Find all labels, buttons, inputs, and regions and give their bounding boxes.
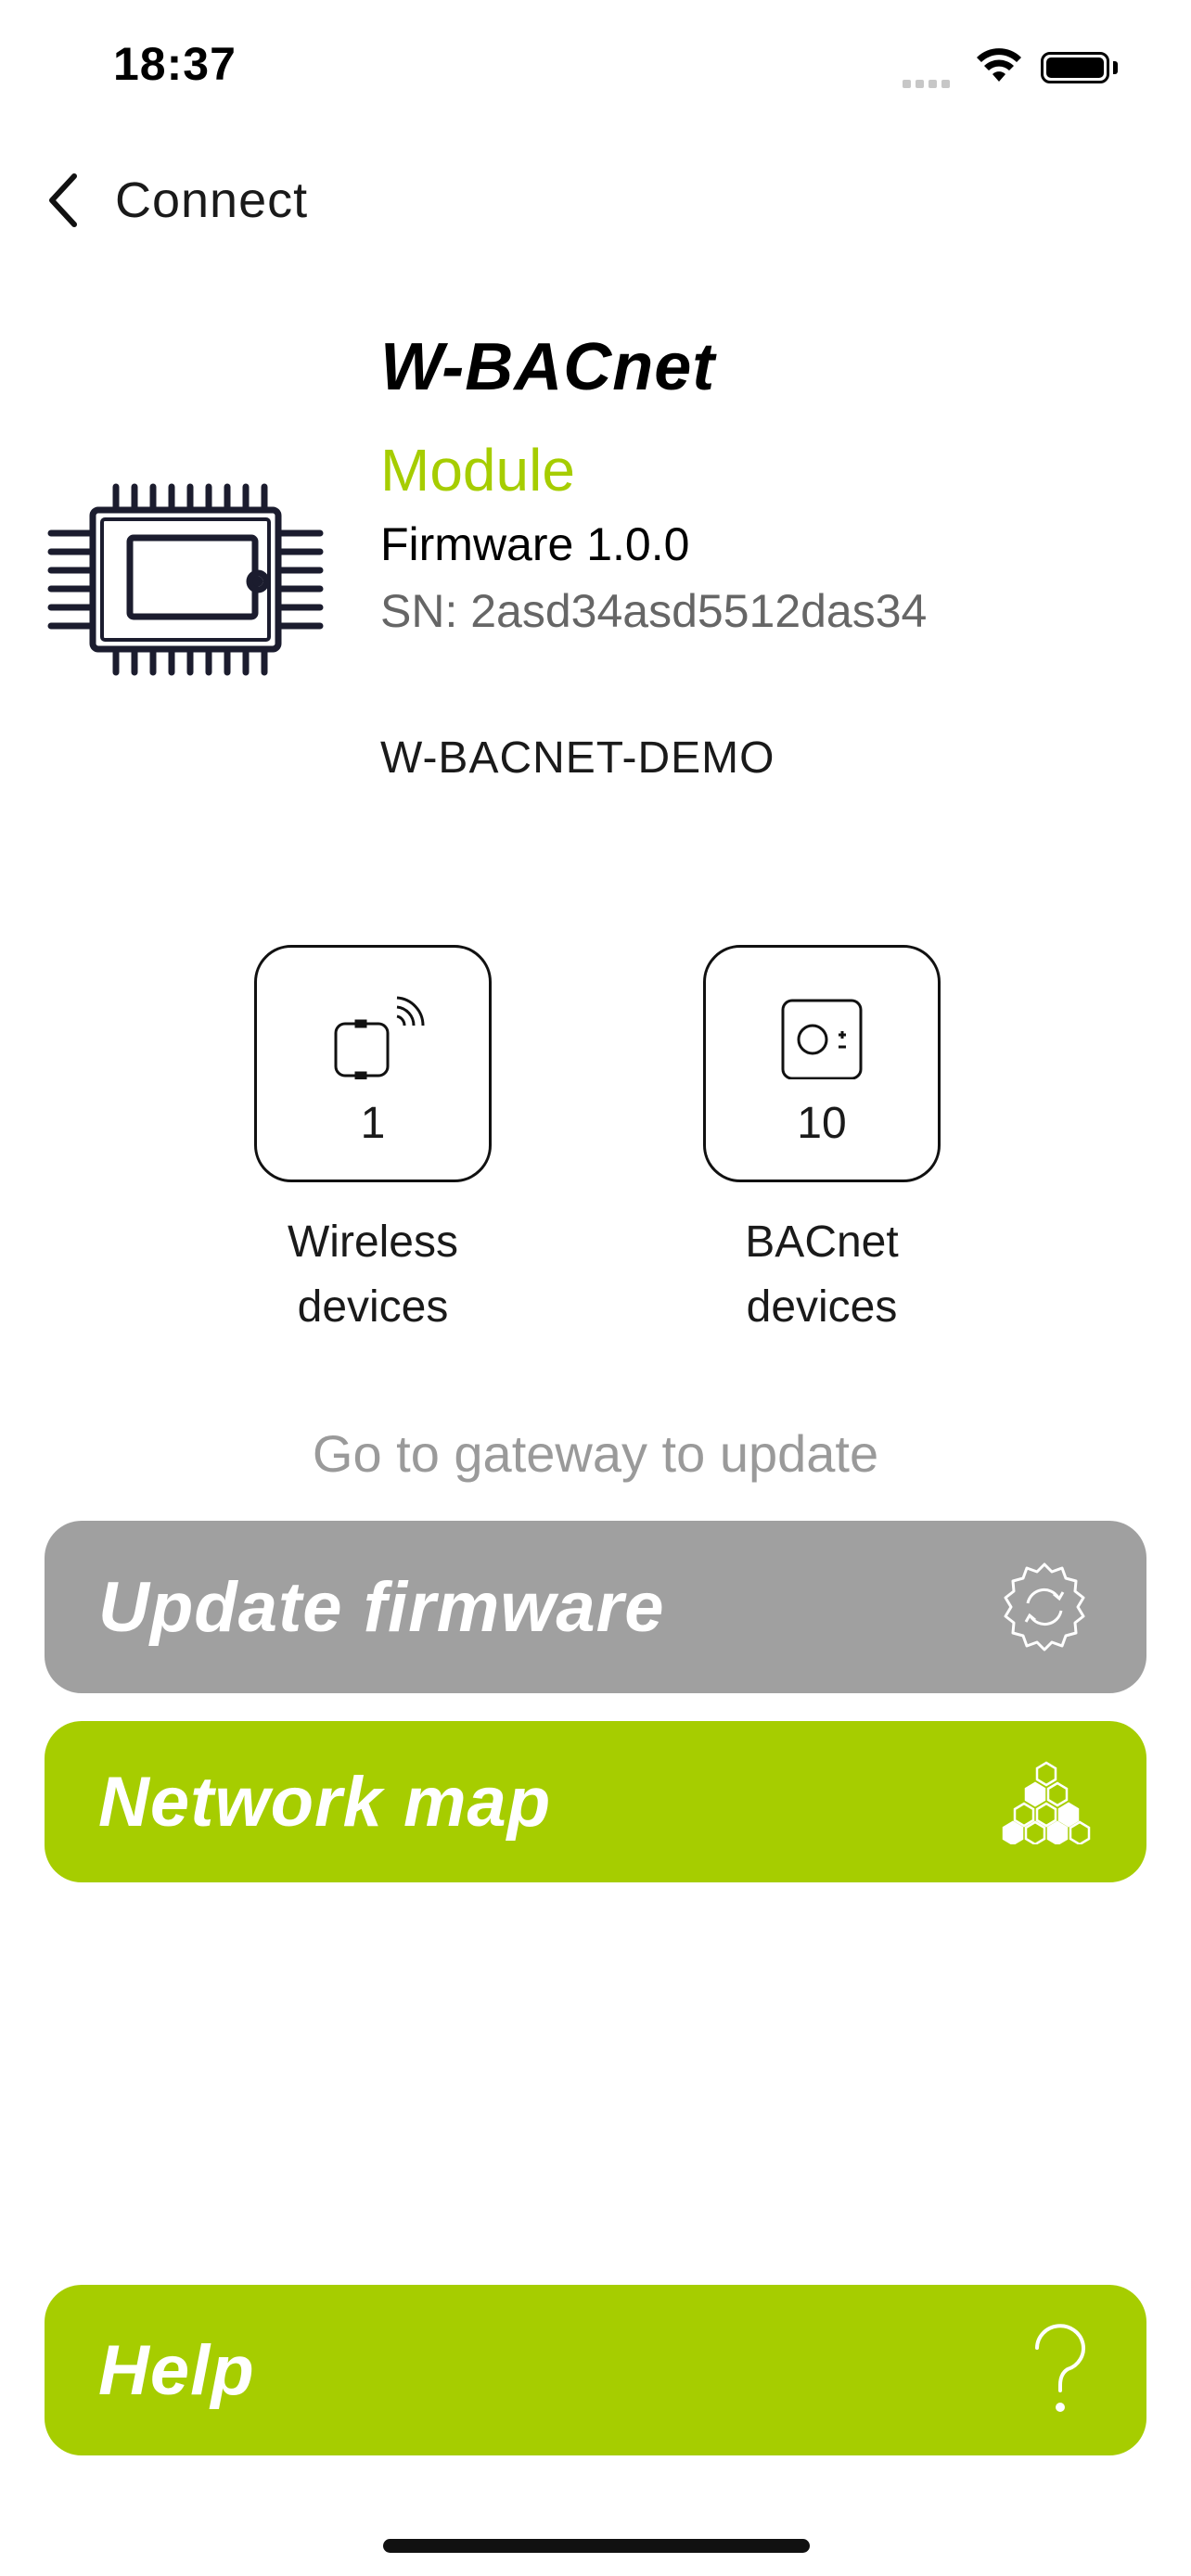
wifi-icon xyxy=(976,48,1022,88)
device-title: W-BACnet xyxy=(380,330,716,404)
chevron-left-icon xyxy=(49,173,77,227)
chip-icon xyxy=(46,482,325,682)
bacnet-devices-label-line2: devices xyxy=(746,1282,898,1332)
bacnet-devices-label-line1: BACnet xyxy=(745,1218,899,1267)
hexagon-cluster-icon xyxy=(1002,1761,1091,1844)
question-icon xyxy=(1035,2324,1085,2412)
help-label: Help xyxy=(98,2330,255,2410)
device-subtitle: Module xyxy=(380,437,575,504)
update-firmware-label: Update firmware xyxy=(98,1567,665,1647)
network-map-button[interactable]: Network map xyxy=(45,1721,1146,1882)
back-button[interactable]: Connect xyxy=(46,172,308,229)
bacnet-devices-count: 10 xyxy=(797,1099,847,1148)
back-label: Connect xyxy=(115,172,309,228)
firmware-version: Firmware 1.0.0 xyxy=(380,518,690,570)
cellular-signal-icon xyxy=(903,76,954,93)
update-firmware-button[interactable]: Update firmware xyxy=(45,1521,1146,1693)
bacnet-devices-label: BACnet devices xyxy=(683,1210,961,1340)
home-indicator xyxy=(383,2539,810,2553)
bacnet-devices-tile[interactable]: 10 xyxy=(703,945,941,1182)
wireless-devices-label-line2: devices xyxy=(297,1282,449,1332)
update-hint: Go to gateway to update xyxy=(312,1424,879,1483)
wireless-devices-label: Wireless devices xyxy=(234,1210,512,1340)
bacnet-device-icon xyxy=(781,999,863,1079)
wireless-devices-count: 1 xyxy=(360,1099,386,1148)
network-map-label: Network map xyxy=(98,1762,552,1842)
wireless-devices-label-line1: Wireless xyxy=(287,1218,458,1267)
battery-tip xyxy=(1113,61,1118,74)
gear-refresh-icon xyxy=(1004,1562,1085,1651)
device-name: W-BACNET-DEMO xyxy=(380,733,775,783)
wireless-device-icon xyxy=(334,996,425,1079)
status-time: 18:37 xyxy=(113,38,237,90)
wireless-devices-tile[interactable]: 1 xyxy=(254,945,492,1182)
battery-icon xyxy=(1041,52,1109,83)
help-button[interactable]: Help xyxy=(45,2285,1146,2455)
serial-number: SN: 2asd34asd5512das34 xyxy=(380,585,928,637)
